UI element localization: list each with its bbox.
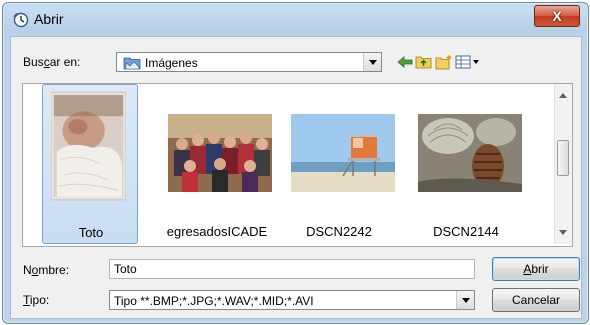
dialog-body: Buscar en: Imágenes Toto egresadosICADE … xyxy=(10,36,582,319)
filename-label: Nombre: xyxy=(23,263,70,277)
new-folder-icon[interactable] xyxy=(435,54,453,70)
back-arrow-icon[interactable] xyxy=(396,54,414,70)
file-item-dscn2242[interactable]: DSCN2242 xyxy=(291,84,395,244)
lookin-label: Buscar en: xyxy=(23,55,81,69)
file-list-view[interactable]: Toto egresadosICADE DSCN2242 DSCN2144 xyxy=(22,83,573,247)
filename-value: Toto xyxy=(114,262,137,276)
file-name: Toto xyxy=(78,225,104,240)
scroll-thumb[interactable] xyxy=(557,140,569,176)
file-name: DSCN2242 xyxy=(306,224,372,239)
open-dialog: Abrir X Buscar en: Imágenes Toto egresad… xyxy=(2,2,589,324)
photo-thumbnail-beach xyxy=(291,114,395,192)
filename-input[interactable]: Toto xyxy=(109,259,475,279)
close-icon: X xyxy=(552,8,562,24)
filetype-select[interactable]: Tipo **.BMP;*.JPG;*.WAV;*.MID;*.AVI xyxy=(109,290,475,310)
folder-pictures-icon xyxy=(123,57,141,70)
photo-thumbnail-pinecones xyxy=(418,114,522,192)
scroll-up-icon[interactable] xyxy=(559,93,567,98)
lookin-value: Imágenes xyxy=(145,56,198,70)
up-folder-icon[interactable] xyxy=(415,54,433,70)
photo-thumbnail-group xyxy=(168,114,272,192)
filetype-value: Tipo **.BMP;*.JPG;*.WAV;*.MID;*.AVI xyxy=(114,294,314,308)
close-button[interactable]: X xyxy=(534,5,580,27)
scroll-down-icon[interactable] xyxy=(559,230,567,235)
file-name: egresadosICADE xyxy=(166,224,268,239)
file-item-egresadosicade[interactable]: egresadosICADE xyxy=(165,84,272,244)
photo-thumbnail-baby xyxy=(51,91,126,201)
lookin-select[interactable]: Imágenes xyxy=(116,52,382,72)
window-title: Abrir xyxy=(34,11,64,27)
clock-icon xyxy=(13,12,29,28)
open-button[interactable]: Abrir xyxy=(492,257,580,281)
open-button-label: Abrir xyxy=(523,262,549,276)
file-item-dscn2144[interactable]: DSCN2144 xyxy=(418,84,522,244)
cancel-button[interactable]: Cancelar xyxy=(492,288,580,312)
chevron-down-icon[interactable] xyxy=(363,53,381,71)
chevron-down-icon[interactable] xyxy=(456,291,474,309)
view-menu-icon[interactable] xyxy=(455,54,481,70)
file-item-toto[interactable]: Toto xyxy=(42,84,138,244)
vertical-scrollbar[interactable] xyxy=(554,84,572,244)
file-name: DSCN2144 xyxy=(433,224,499,239)
cancel-button-label: Cancelar xyxy=(511,293,561,307)
filetype-label: Tipo: xyxy=(23,293,50,307)
title-bar: Abrir X xyxy=(3,3,588,35)
